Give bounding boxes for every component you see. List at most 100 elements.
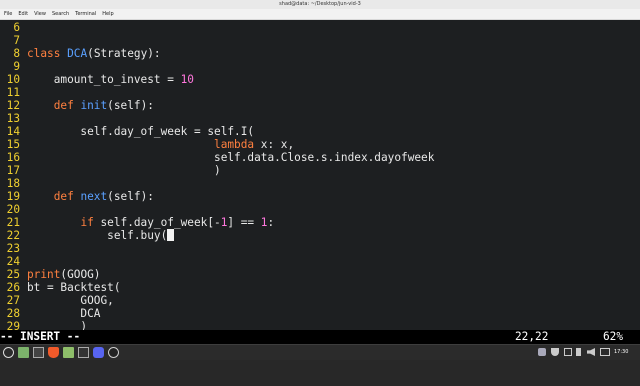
line-number: 6 bbox=[13, 21, 20, 34]
code-token: self.buy( bbox=[27, 229, 168, 242]
code-line: 7 bbox=[0, 34, 640, 47]
battery-icon[interactable] bbox=[600, 348, 610, 356]
code-token: (self): bbox=[107, 190, 154, 203]
menu-file[interactable]: File bbox=[0, 9, 15, 19]
clock: 17:30 bbox=[614, 349, 629, 355]
line-code: amount_to_invest = 10 bbox=[27, 73, 194, 86]
code-token: def bbox=[53, 190, 74, 203]
line-number: 20 bbox=[6, 203, 20, 216]
line-number: 11 bbox=[6, 86, 20, 99]
line-code: if self.day_of_week[-1] == 1: bbox=[27, 216, 274, 229]
obs-icon[interactable] bbox=[108, 347, 119, 358]
window-title-bar: shad@data: ~/Desktop/jun-vid-3 bbox=[0, 0, 640, 9]
code-line: 27 GOOG, bbox=[0, 294, 640, 307]
code-token: 10 bbox=[180, 73, 194, 86]
code-token: lambda bbox=[214, 138, 255, 151]
menu-bar: File Edit View Search Terminal Help bbox=[0, 9, 640, 20]
terminal-icon[interactable] bbox=[78, 347, 89, 358]
code-line: 11 bbox=[0, 86, 640, 99]
code-line: 26 bt = Backtest( bbox=[0, 281, 640, 294]
line-code: self.data.Close.s.index.dayofweek bbox=[27, 151, 434, 164]
code-line: 28 DCA bbox=[0, 307, 640, 320]
brave-icon[interactable] bbox=[48, 347, 59, 358]
discord-icon[interactable] bbox=[93, 347, 104, 358]
code-token: self.day_of_week = self.I( bbox=[27, 125, 255, 138]
line-number: 19 bbox=[6, 190, 20, 203]
code-line: 16 self.data.Close.s.index.dayofweek bbox=[0, 151, 640, 164]
volume-icon[interactable] bbox=[587, 348, 595, 356]
code-token: GOOG, bbox=[27, 294, 114, 307]
vim-editor[interactable]: 6 7 8 class DCA(Strategy): 9 10 amount_to_inv… bbox=[0, 20, 640, 330]
line-number: 21 bbox=[6, 216, 20, 229]
code-line: 10 amount_to_invest = 10 bbox=[0, 73, 640, 86]
text-cursor bbox=[167, 229, 174, 241]
code-line: 20 bbox=[0, 203, 640, 216]
line-code: lambda x: x, bbox=[27, 138, 294, 151]
discord-icon[interactable] bbox=[538, 348, 546, 356]
code-line: 23 bbox=[0, 242, 640, 255]
line-number: 12 bbox=[6, 99, 20, 112]
folder-icon[interactable] bbox=[63, 347, 74, 358]
menu-terminal[interactable]: Terminal bbox=[72, 9, 99, 19]
line-number: 16 bbox=[6, 151, 20, 164]
line-number: 9 bbox=[13, 60, 20, 73]
line-number: 18 bbox=[6, 177, 20, 190]
line-code: def init(self): bbox=[27, 99, 154, 112]
mode-indicator: -- INSERT -- bbox=[0, 330, 81, 343]
code-line: 25 print(GOOG) bbox=[0, 268, 640, 281]
line-code: self.buy( bbox=[27, 229, 174, 242]
code-token: bt = Backtest( bbox=[27, 281, 121, 294]
code-line: 15 lambda x: x, bbox=[0, 138, 640, 151]
menu-icon[interactable] bbox=[3, 347, 14, 358]
line-number: 25 bbox=[6, 268, 20, 281]
code-line: 29 ) bbox=[0, 320, 640, 330]
code-token: self.data.Close.s.index.dayofweek bbox=[27, 151, 435, 164]
code-token: x: x, bbox=[254, 138, 295, 151]
line-code: def next(self): bbox=[27, 190, 154, 203]
menu-edit[interactable]: Edit bbox=[15, 9, 31, 19]
code-token: ] == bbox=[227, 216, 261, 229]
line-number: 27 bbox=[6, 294, 20, 307]
code-token: self.day_of_week[- bbox=[93, 216, 221, 229]
cursor-position: 22,22 bbox=[515, 330, 549, 343]
shield-icon[interactable] bbox=[551, 348, 559, 356]
code-token: DCA bbox=[67, 47, 88, 60]
window-title: shad@data: ~/Desktop/jun-vid-3 bbox=[279, 1, 361, 7]
menu-view[interactable]: View bbox=[31, 9, 49, 19]
network-icon[interactable] bbox=[564, 348, 572, 356]
taskbar: 17:30 bbox=[0, 344, 640, 360]
code-token: amount_to_invest = bbox=[27, 73, 181, 86]
line-code: DCA bbox=[27, 307, 100, 320]
line-code: bt = Backtest( bbox=[27, 281, 121, 294]
line-number: 7 bbox=[13, 34, 20, 47]
code-line: 14 self.day_of_week = self.I( bbox=[0, 125, 640, 138]
menu-search[interactable]: Search bbox=[49, 9, 72, 19]
code-line: 8 class DCA(Strategy): bbox=[0, 47, 640, 60]
bluetooth-icon[interactable] bbox=[576, 348, 581, 356]
files-icon[interactable] bbox=[18, 347, 29, 358]
code-line: 12 def init(self): bbox=[0, 99, 640, 112]
code-line: 24 bbox=[0, 255, 640, 268]
line-code: class DCA(Strategy): bbox=[27, 47, 161, 60]
menu-help[interactable]: Help bbox=[99, 9, 116, 19]
code-token: init bbox=[80, 99, 108, 112]
line-number: 22 bbox=[6, 229, 20, 242]
code-token: if bbox=[80, 216, 94, 229]
code-line: 17 ) bbox=[0, 164, 640, 177]
line-number: 10 bbox=[6, 73, 20, 86]
code-line: 22 self.buy( bbox=[0, 229, 640, 242]
line-code: ) bbox=[27, 320, 87, 330]
code-token: (self): bbox=[107, 99, 154, 112]
code-token: DCA bbox=[27, 307, 101, 320]
terminal-icon[interactable] bbox=[33, 347, 44, 358]
vim-status-bar: -- INSERT -- 22,22 62% bbox=[0, 330, 640, 344]
line-number: 15 bbox=[6, 138, 20, 151]
code-line: 6 bbox=[0, 21, 640, 34]
code-token: (GOOG) bbox=[60, 268, 101, 281]
code-token: ) bbox=[27, 320, 88, 330]
code-line: 13 bbox=[0, 112, 640, 125]
